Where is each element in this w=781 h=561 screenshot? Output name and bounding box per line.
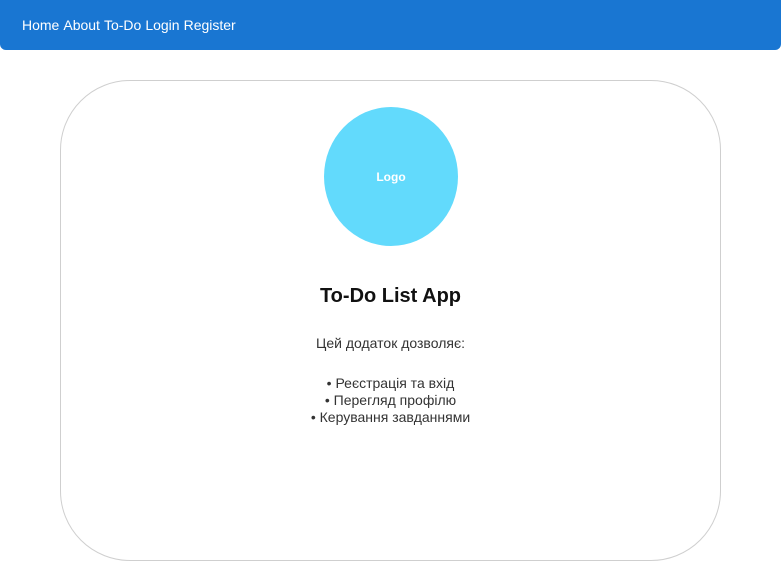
feature-item-profile: • Перегляд профілю: [324, 392, 457, 408]
feature-item-auth: • Реєстрація та вхід: [326, 375, 455, 391]
nav-link-login[interactable]: Login: [145, 17, 179, 33]
nav-link-register[interactable]: Register: [184, 17, 236, 33]
app-info-card: Logo To-Do List App Цей додаток дозволяє…: [60, 80, 721, 561]
top-navbar: Home About To-Do Login Register: [0, 0, 781, 50]
app-logo: Logo: [324, 107, 458, 246]
feature-list: • Реєстрація та вхід • Перегляд профілю …: [61, 375, 720, 426]
page-title: To-Do List App: [319, 285, 462, 307]
nav-link-home[interactable]: Home: [22, 17, 59, 33]
intro-text: Цей додаток дозволяє:: [316, 335, 465, 351]
nav-link-todo[interactable]: To-Do: [104, 17, 141, 33]
feature-item-tasks: • Керування завданнями: [310, 409, 471, 425]
nav-link-about[interactable]: About: [63, 17, 100, 33]
